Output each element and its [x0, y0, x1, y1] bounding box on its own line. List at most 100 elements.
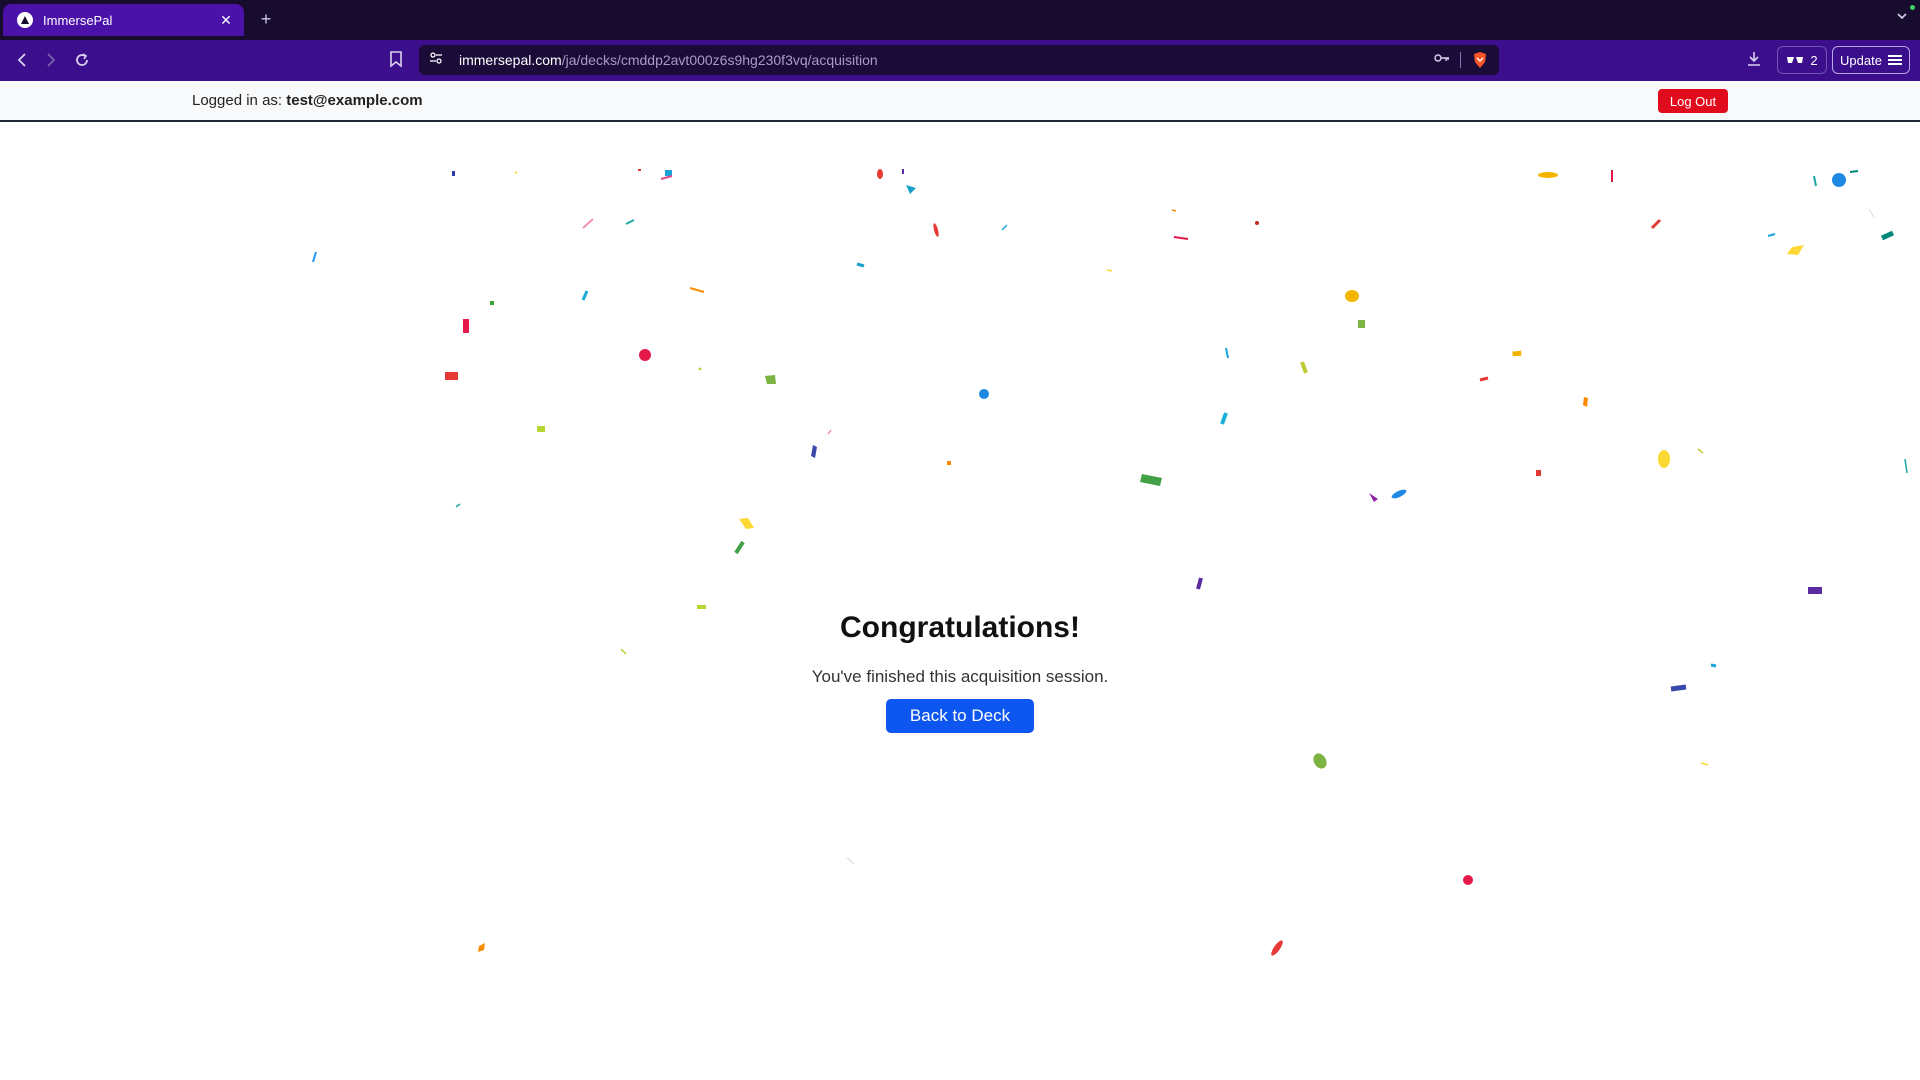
- confetti-piece: [1849, 170, 1859, 173]
- tab-title: ImmersePal: [43, 12, 113, 28]
- toolbar: immersepal.com/ja/decks/cmddp2avt000z6s9…: [0, 40, 1920, 81]
- status-dot: [1910, 5, 1915, 10]
- confetti-piece: [455, 503, 461, 508]
- confetti-piece: [665, 170, 672, 176]
- main-content: Congratulations! You've finished this ac…: [0, 122, 1920, 1080]
- confetti-piece: [1196, 577, 1203, 590]
- confetti-piece: [514, 171, 518, 174]
- back-icon[interactable]: [11, 50, 33, 74]
- confetti-piece: [933, 223, 939, 237]
- logout-button[interactable]: Log Out: [1658, 89, 1728, 113]
- confetti-piece: [877, 169, 883, 179]
- confetti-piece: [1512, 350, 1522, 357]
- bookmark-icon[interactable]: [388, 49, 404, 74]
- confetti-piece: [1700, 762, 1709, 766]
- confetti-piece: [1880, 230, 1895, 241]
- wallet-icon: [1786, 53, 1804, 68]
- confetti-layer: [312, 169, 1908, 956]
- confetti-piece: [1650, 218, 1662, 230]
- update-button[interactable]: Update: [1832, 46, 1910, 74]
- confetti-piece: [979, 389, 989, 399]
- confetti-piece: [1463, 875, 1473, 885]
- confetti-piece: [1658, 450, 1670, 468]
- confetti-piece: [1832, 173, 1846, 187]
- confetti-piece: [1220, 412, 1228, 425]
- confetti-piece: [765, 375, 776, 384]
- address-bar[interactable]: immersepal.com/ja/decks/cmddp2avt000z6s9…: [419, 45, 1499, 75]
- confetti-piece: [1271, 940, 1283, 956]
- confetti-piece: [1173, 236, 1189, 240]
- logo-icon: [17, 12, 33, 28]
- confetti-piece: [739, 518, 754, 529]
- download-icon[interactable]: [1745, 49, 1763, 74]
- confetti-piece: [1697, 448, 1704, 454]
- confetti-piece: [537, 426, 545, 432]
- confetti-piece: [827, 429, 832, 435]
- site-settings-icon[interactable]: [429, 51, 445, 70]
- confetti-piece: [1225, 347, 1229, 359]
- confetti-piece: [1313, 753, 1327, 769]
- confetti-piece: [1255, 221, 1259, 225]
- confetti-piece: [478, 943, 485, 952]
- confetti-piece: [1904, 458, 1908, 474]
- confetti-piece: [660, 175, 673, 180]
- confetti-piece: [1868, 208, 1875, 218]
- confetti-piece: [1171, 209, 1177, 212]
- url-domain: immersepal.com: [459, 52, 562, 68]
- confetti-piece: [906, 185, 916, 194]
- confetti-piece: [811, 445, 817, 458]
- confetti-piece: [1300, 361, 1308, 374]
- confetti-piece: [698, 367, 702, 371]
- login-status: Logged in as: test@example.com: [192, 92, 423, 109]
- confetti-piece: [689, 287, 705, 293]
- confetti-piece: [1358, 320, 1365, 328]
- confetti-piece: [1538, 172, 1558, 178]
- confetti-piece: [1670, 684, 1687, 692]
- brave-shield-icon[interactable]: [1471, 51, 1489, 69]
- forward-icon[interactable]: [40, 50, 62, 74]
- logged-in-label: Logged in as:: [192, 92, 283, 109]
- confetti-piece: [1787, 245, 1804, 255]
- confetti-piece: [625, 219, 635, 225]
- confetti-piece: [1140, 474, 1162, 486]
- confetti-piece: [947, 461, 951, 465]
- confetti-piece: [463, 319, 469, 333]
- url-text: immersepal.com/ja/decks/cmddp2avt000z6s9…: [459, 52, 1434, 68]
- page-title: Congratulations!: [840, 611, 1080, 644]
- update-label: Update: [1840, 52, 1882, 68]
- confetti-piece: [1001, 224, 1008, 231]
- confetti-piece: [1710, 663, 1717, 668]
- wallet-count: 2: [1810, 52, 1818, 68]
- menu-icon: [1887, 53, 1902, 67]
- plus-icon[interactable]: +: [256, 9, 276, 30]
- completion-message: You've finished this acquisition session…: [811, 667, 1109, 686]
- confetti-piece: [1369, 493, 1378, 502]
- confetti-piece: [697, 605, 706, 609]
- confetti-piece: [1808, 587, 1822, 594]
- confetti-piece: [582, 218, 594, 229]
- user-email: test@example.com: [286, 92, 423, 109]
- confetti-piece: [734, 540, 745, 555]
- confetti-piece: [445, 372, 458, 380]
- wallet-button[interactable]: 2: [1777, 46, 1827, 74]
- confetti-piece: [312, 251, 317, 263]
- tab-strip: ImmersePal ✕ +: [0, 0, 1920, 40]
- confetti-piece: [1106, 269, 1113, 272]
- confetti-piece: [1767, 233, 1776, 237]
- confetti-piece: [490, 301, 494, 305]
- close-icon[interactable]: ✕: [218, 12, 234, 29]
- confetti-piece: [1345, 290, 1359, 302]
- confetti-piece: [846, 857, 855, 865]
- confetti-piece: [581, 290, 589, 301]
- chevron-down-icon[interactable]: [1896, 10, 1908, 25]
- key-icon[interactable]: [1434, 51, 1450, 69]
- confetti-piece: [1536, 470, 1541, 476]
- confetti-piece: [1813, 175, 1817, 187]
- confetti-piece: [452, 171, 455, 176]
- tab-immersepal[interactable]: ImmersePal ✕: [3, 4, 244, 36]
- confetti-piece: [1479, 376, 1489, 382]
- reload-icon[interactable]: [71, 50, 93, 74]
- confetti-piece: [620, 648, 627, 655]
- back-to-deck-button[interactable]: Back to Deck: [886, 699, 1034, 733]
- confetti-piece: [1391, 489, 1407, 499]
